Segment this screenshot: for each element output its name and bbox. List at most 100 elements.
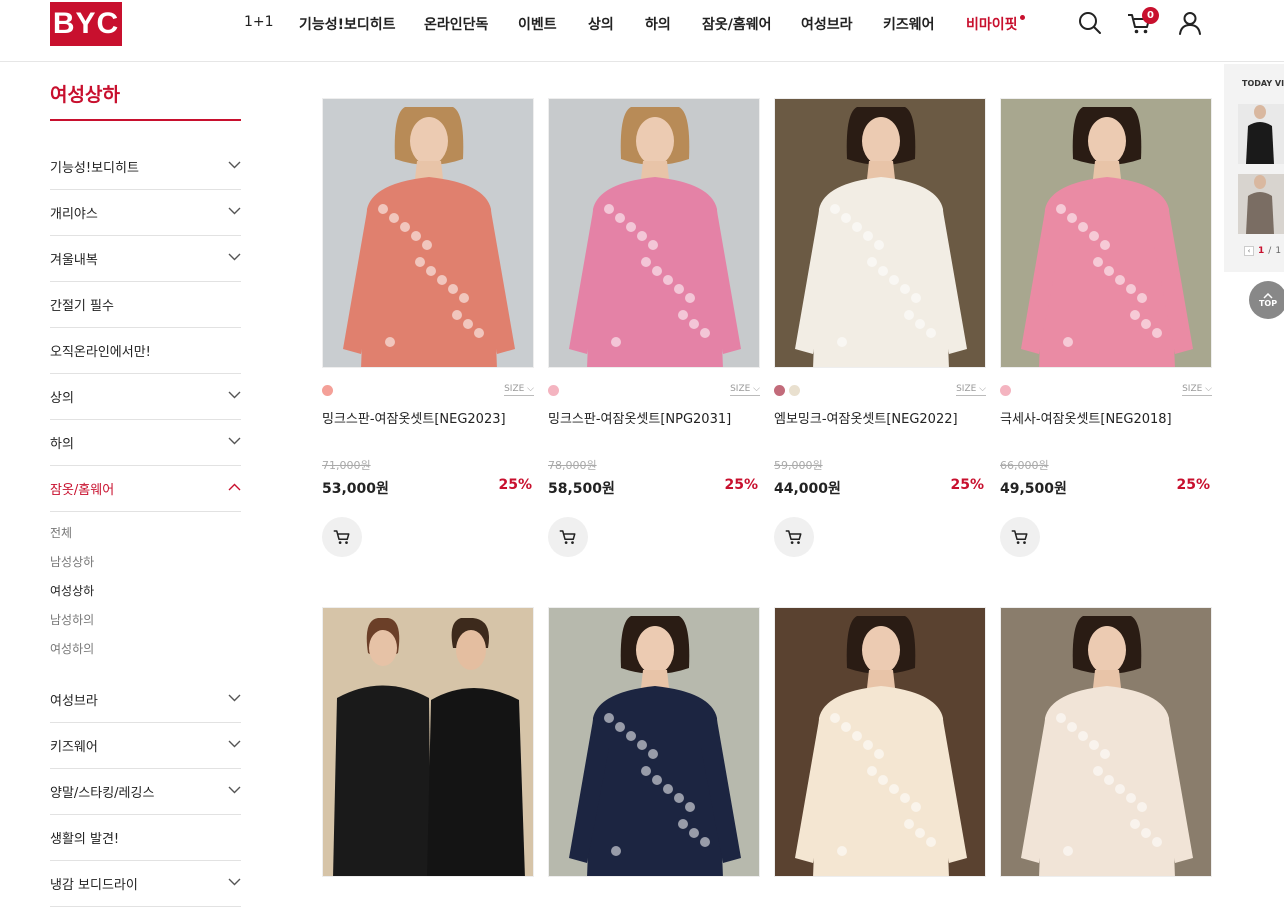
sidebar-subcategory[interactable]: 전체 bbox=[50, 524, 72, 541]
product-image bbox=[323, 608, 533, 876]
recent-item-thumb[interactable] bbox=[1238, 174, 1284, 234]
nav-item[interactable]: 비마이핏 bbox=[966, 14, 1025, 34]
nav-item-label: 잠옷/홈웨어 bbox=[702, 17, 772, 33]
cart-icon bbox=[333, 530, 350, 544]
color-swatch[interactable] bbox=[1000, 385, 1011, 396]
sidebar-category-item[interactable]: 기능성!보디히트 bbox=[50, 144, 241, 190]
product-image bbox=[549, 99, 759, 367]
sidebar-category-item[interactable]: 개리야스 bbox=[50, 190, 241, 236]
sale-price: 58,500원 bbox=[548, 481, 615, 497]
add-to-cart-button[interactable] bbox=[548, 517, 588, 557]
nav-item-label: 하의 bbox=[645, 17, 671, 33]
product-name[interactable]: 밍크스판-여잠옷셋트[NEG2023] bbox=[322, 408, 506, 427]
product-thumbnail[interactable] bbox=[322, 607, 534, 877]
sidebar-category-item[interactable]: 겨울내복 bbox=[50, 236, 241, 282]
sale-price: 49,500원 bbox=[1000, 481, 1067, 497]
sidebar-category-item[interactable]: 냉감 보디드라이 bbox=[50, 861, 241, 907]
nav-item-label: 1+1 bbox=[244, 14, 274, 30]
product-thumbnail[interactable] bbox=[548, 607, 760, 877]
nav-item-label: 기능성!보디히트 bbox=[299, 17, 396, 33]
chevron-down-icon bbox=[228, 878, 241, 886]
sidebar-category-item[interactable]: 잠옷/홈웨어 bbox=[50, 466, 241, 512]
nav-item[interactable]: 상의 bbox=[588, 14, 614, 34]
sidebar-item-label: 간절기 필수 bbox=[50, 299, 114, 314]
chevron-down-icon: ⌵ bbox=[750, 384, 760, 394]
page-current: 1 bbox=[1258, 246, 1265, 256]
discount-rate: 25% bbox=[1176, 477, 1210, 493]
product-thumbnail[interactable] bbox=[322, 98, 534, 368]
product-name[interactable]: 밍크스판-여잠옷셋트[NPG2031] bbox=[548, 408, 731, 427]
size-dropdown[interactable]: SIZE ⌵ bbox=[504, 384, 534, 396]
sidebar-category-item[interactable]: 오직온라인에서만! bbox=[50, 328, 241, 374]
discount-rate: 25% bbox=[498, 477, 532, 493]
add-to-cart-button[interactable] bbox=[1000, 517, 1040, 557]
sidebar-category-item[interactable]: 여성브라 bbox=[50, 677, 241, 723]
product-image bbox=[549, 608, 759, 876]
sidebar-category-item[interactable]: 생활의 발견! bbox=[50, 815, 241, 861]
nav-item[interactable]: 1+1 bbox=[244, 14, 274, 30]
sidebar-item-label: 상의 bbox=[50, 391, 74, 406]
sidebar-category-item[interactable]: 양말/스타킹/레깅스 bbox=[50, 769, 241, 815]
chevron-down-icon bbox=[228, 740, 241, 748]
add-to-cart-button[interactable] bbox=[322, 517, 362, 557]
sale-price: 44,000원 bbox=[774, 481, 841, 497]
nav-item[interactable]: 여성브라 bbox=[801, 14, 853, 34]
user-icon[interactable] bbox=[1177, 10, 1203, 36]
chevron-down-icon: ⌵ bbox=[1202, 384, 1212, 394]
product-thumbnail[interactable] bbox=[1000, 607, 1212, 877]
sidebar-item-label: 겨울내복 bbox=[50, 253, 98, 268]
color-swatches bbox=[322, 385, 333, 396]
size-dropdown[interactable]: SIZE ⌵ bbox=[1182, 384, 1212, 396]
nav-item[interactable]: 기능성!보디히트 bbox=[299, 14, 396, 34]
sidebar-subcategory[interactable]: 남성상하 bbox=[50, 553, 94, 570]
sidebar-item-label: 하의 bbox=[50, 437, 74, 452]
nav-item[interactable]: 온라인단독 bbox=[424, 14, 488, 34]
sidebar-subcategory[interactable]: 남성하의 bbox=[50, 611, 94, 628]
nav-item-label: 온라인단독 bbox=[424, 17, 489, 33]
product-image bbox=[1001, 608, 1211, 876]
byc-logo[interactable]: BYC bbox=[50, 2, 122, 46]
sidebar-item-label: 양말/스타킹/레깅스 bbox=[50, 786, 155, 801]
product-name[interactable]: 엠보밍크-여잠옷셋트[NEG2022] bbox=[774, 408, 958, 427]
discount-rate: 25% bbox=[950, 477, 984, 493]
product-thumbnail[interactable] bbox=[774, 607, 986, 877]
color-swatches bbox=[774, 385, 800, 396]
today-viewed-panel: TODAY VIEW ‹ 1 / 1 bbox=[1224, 64, 1284, 272]
color-swatch[interactable] bbox=[322, 385, 333, 396]
nav-item-label: 비마이핏 bbox=[966, 17, 1018, 33]
sidebar-subcategory[interactable]: 여성하의 bbox=[50, 640, 94, 657]
sidebar-item-label: 기능성!보디히트 bbox=[50, 161, 139, 176]
product-image bbox=[775, 608, 985, 876]
nav-item[interactable]: 하의 bbox=[645, 14, 671, 34]
sidebar-category-item[interactable]: 상의 bbox=[50, 374, 241, 420]
sidebar-item-label: 냉감 보디드라이 bbox=[50, 878, 138, 893]
nav-item[interactable]: 키즈웨어 bbox=[883, 14, 935, 34]
sidebar-category-item[interactable]: 키즈웨어 bbox=[50, 723, 241, 769]
recent-item-thumb[interactable] bbox=[1238, 104, 1284, 164]
size-dropdown[interactable]: SIZE ⌵ bbox=[956, 384, 986, 396]
nav-item[interactable]: 이벤트 bbox=[518, 14, 557, 34]
product-name[interactable]: 극세사-여잠옷셋트[NEG2018] bbox=[1000, 408, 1172, 427]
chevron-down-icon bbox=[228, 253, 241, 261]
product-thumbnail[interactable] bbox=[1000, 98, 1212, 368]
color-swatch[interactable] bbox=[548, 385, 559, 396]
sidebar-category-item[interactable]: 하의 bbox=[50, 420, 241, 466]
product-thumbnail[interactable] bbox=[774, 98, 986, 368]
prev-page-button[interactable]: ‹ bbox=[1244, 246, 1254, 256]
sidebar-category-item[interactable]: 간절기 필수 bbox=[50, 282, 241, 328]
color-swatch[interactable] bbox=[774, 385, 785, 396]
nav-item[interactable]: 잠옷/홈웨어 bbox=[702, 14, 772, 34]
search-icon[interactable] bbox=[1077, 10, 1103, 36]
sidebar-item-label: 오직온라인에서만! bbox=[50, 345, 151, 360]
top-label: TOP bbox=[1258, 298, 1278, 308]
product-thumbnail[interactable] bbox=[548, 98, 760, 368]
chevron-up-icon bbox=[228, 483, 241, 491]
scroll-top-button[interactable]: TOP bbox=[1249, 281, 1284, 319]
sale-price: 53,000원 bbox=[322, 481, 389, 497]
size-dropdown[interactable]: SIZE ⌵ bbox=[730, 384, 760, 396]
sidebar-item-label: 여성브라 bbox=[50, 694, 98, 709]
sidebar-subcategory[interactable]: 여성상하 bbox=[50, 582, 94, 599]
nav-item-label: 키즈웨어 bbox=[883, 17, 935, 33]
color-swatch[interactable] bbox=[789, 385, 800, 396]
add-to-cart-button[interactable] bbox=[774, 517, 814, 557]
